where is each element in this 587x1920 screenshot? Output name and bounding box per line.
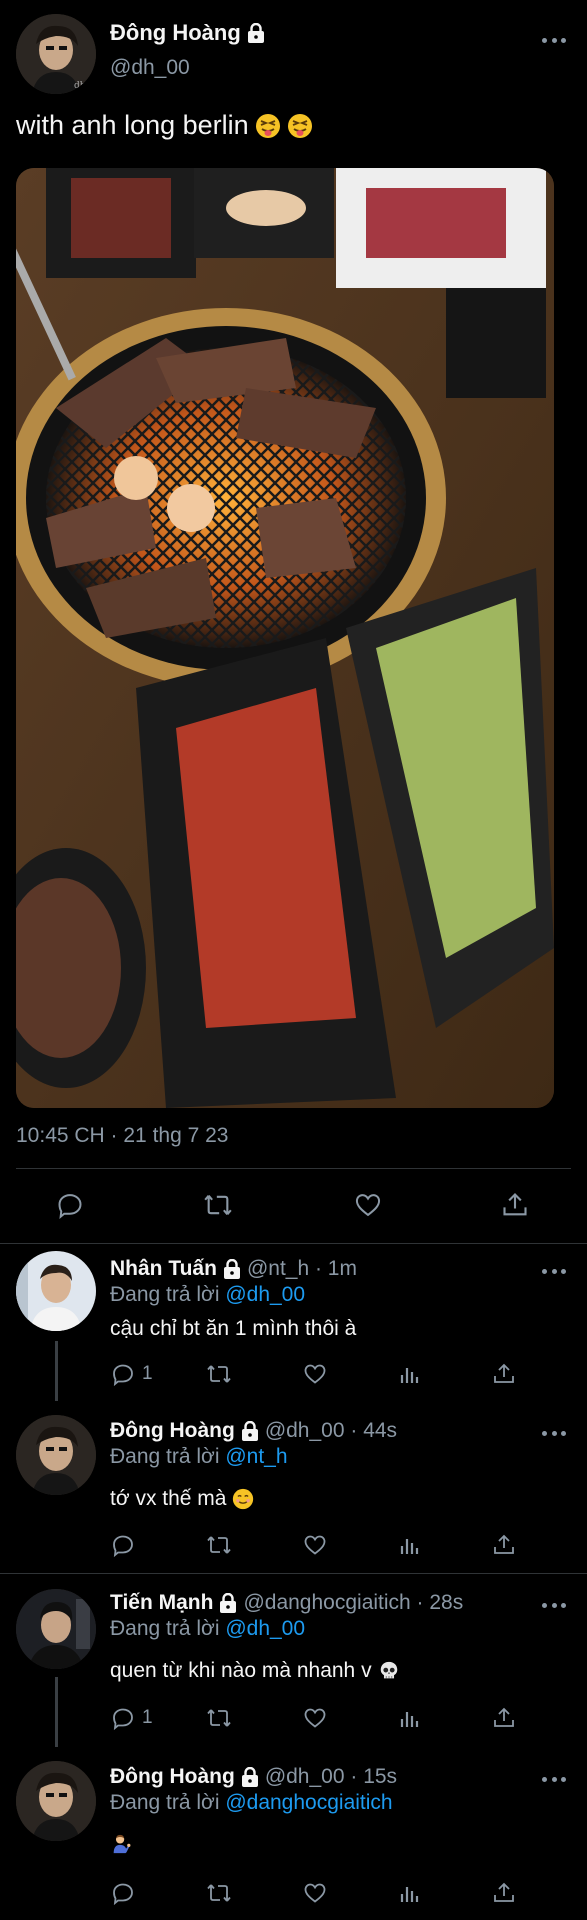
more-options-icon[interactable] xyxy=(542,1267,566,1275)
squinting-face-with-tongue-emoji xyxy=(287,113,313,139)
author-name-row: Đông Hoàng xyxy=(110,20,265,46)
reply-icon[interactable] xyxy=(110,1881,136,1905)
reply-header: Nhân Tuấn @nt_h · 1m xyxy=(110,1257,357,1281)
reply-text: tớ vx thế mà xyxy=(110,1487,254,1511)
replying-to-handle[interactable]: @dh_00 xyxy=(225,1617,305,1640)
tweet-actions-bar xyxy=(0,1175,587,1235)
tweet-timestamp[interactable]: 10:45 CH · 21 thg 7 23 xyxy=(16,1124,228,1148)
reply-count: 1 xyxy=(142,1707,153,1728)
author-name[interactable]: Đông Hoàng xyxy=(110,20,241,46)
thread-line xyxy=(55,1341,58,1401)
reply-handle-time[interactable]: @danghocgiaitich · 28s xyxy=(243,1591,463,1615)
replying-to: Đang trả lời @dh_00 xyxy=(110,1283,305,1307)
squinting-face-with-tongue-emoji xyxy=(255,113,281,139)
person-tipping-hand-emoji xyxy=(110,1833,132,1855)
retweet-icon[interactable] xyxy=(205,1362,233,1386)
author-avatar[interactable]: dh xyxy=(16,14,96,94)
like-icon[interactable] xyxy=(302,1706,328,1730)
divider xyxy=(16,1168,571,1169)
reply-author-name[interactable]: Nhân Tuấn xyxy=(110,1257,217,1281)
tweet-photo[interactable] xyxy=(16,168,554,1108)
analytics-icon[interactable] xyxy=(398,1881,422,1905)
analytics-icon[interactable] xyxy=(398,1533,422,1557)
replying-label: Đang trả lời xyxy=(110,1445,220,1468)
share-icon[interactable] xyxy=(492,1881,516,1905)
reply-icon[interactable]: 1 xyxy=(110,1362,153,1386)
reply-text xyxy=(110,1833,132,1855)
share-icon[interactable] xyxy=(492,1706,516,1730)
svg-text:dh: dh xyxy=(74,81,86,91)
smiling-face-emoji xyxy=(232,1488,254,1510)
reply-text: cậu chỉ bt ăn 1 mình thôi à xyxy=(110,1317,356,1341)
retweet-icon[interactable] xyxy=(205,1706,233,1730)
analytics-icon[interactable] xyxy=(398,1362,422,1386)
reply-header: Đông Hoàng @dh_00 · 44s xyxy=(110,1419,397,1443)
lock-icon xyxy=(247,22,265,43)
replying-to: Đang trả lời @nt_h xyxy=(110,1445,288,1469)
reply-text: quen từ khi nào mà nhanh v xyxy=(110,1659,400,1683)
reply-avatar[interactable] xyxy=(16,1589,96,1669)
replying-label: Đang trả lời xyxy=(110,1617,220,1640)
skull-emoji xyxy=(378,1660,400,1682)
replying-label: Đang trả lời xyxy=(110,1791,220,1814)
reply-handle-time[interactable]: @dh_00 · 15s xyxy=(265,1765,397,1789)
more-options-icon[interactable] xyxy=(542,1601,566,1609)
replying-to: Đang trả lời @danghocgiaitich xyxy=(110,1791,393,1815)
reply-tweet[interactable]: Đông Hoàng @dh_00 · 44s Đang trả lời @nt… xyxy=(0,1399,587,1573)
share-icon[interactable] xyxy=(492,1362,516,1386)
reply-avatar[interactable] xyxy=(16,1251,96,1331)
reply-icon[interactable] xyxy=(110,1533,136,1557)
tweet-text: with anh long berlin xyxy=(16,110,249,140)
like-icon[interactable] xyxy=(302,1362,328,1386)
analytics-icon[interactable] xyxy=(398,1706,422,1730)
reply-header: Đông Hoàng @dh_00 · 15s xyxy=(110,1765,397,1789)
reply-tweet[interactable]: Nhân Tuấn @nt_h · 1m Đang trả lời @dh_00… xyxy=(0,1243,587,1401)
reply-count: 1 xyxy=(142,1363,153,1384)
replying-to: Đang trả lời @dh_00 xyxy=(110,1617,305,1641)
lock-icon xyxy=(241,1420,259,1441)
replying-to-handle[interactable]: @nt_h xyxy=(225,1445,287,1468)
reply-author-name[interactable]: Tiến Mạnh xyxy=(110,1591,213,1615)
lock-icon xyxy=(219,1592,237,1613)
more-options-icon[interactable] xyxy=(542,1775,566,1783)
author-handle[interactable]: @dh_00 xyxy=(110,56,190,80)
share-icon[interactable] xyxy=(492,1533,516,1557)
like-icon[interactable] xyxy=(302,1881,328,1905)
reply-icon[interactable] xyxy=(55,1191,85,1219)
more-options-icon[interactable] xyxy=(542,36,566,44)
main-tweet: dh Đông Hoàng @dh_00 with anh long berli… xyxy=(0,0,587,1243)
lock-icon xyxy=(223,1258,241,1279)
reply-tweet[interactable]: Tiến Mạnh @danghocgiaitich · 28s Đang tr… xyxy=(0,1573,587,1747)
reply-text-content: quen từ khi nào mà nhanh v xyxy=(110,1659,372,1682)
like-icon[interactable] xyxy=(302,1533,328,1557)
retweet-icon[interactable] xyxy=(205,1881,233,1905)
lock-icon xyxy=(241,1766,259,1787)
reply-author-name[interactable]: Đông Hoàng xyxy=(110,1765,235,1789)
thread-line xyxy=(55,1677,58,1747)
replying-to-handle[interactable]: @dh_00 xyxy=(225,1283,305,1306)
tweet-text-row: with anh long berlin xyxy=(16,110,313,141)
reply-text-content: cậu chỉ bt ăn 1 mình thôi à xyxy=(110,1317,357,1340)
retweet-icon[interactable] xyxy=(202,1191,234,1219)
reply-avatar[interactable] xyxy=(16,1415,96,1495)
more-options-icon[interactable] xyxy=(542,1429,566,1437)
reply-icon[interactable]: 1 xyxy=(110,1706,153,1730)
reply-header: Tiến Mạnh @danghocgiaitich · 28s xyxy=(110,1591,463,1615)
share-icon[interactable] xyxy=(501,1191,529,1219)
reply-tweet[interactable]: Đông Hoàng @dh_00 · 15s Đang trả lời @da… xyxy=(0,1745,587,1920)
replying-to-handle[interactable]: @danghocgiaitich xyxy=(225,1791,392,1814)
retweet-icon[interactable] xyxy=(205,1533,233,1557)
reply-text-content: tớ vx thế mà xyxy=(110,1487,227,1510)
like-icon[interactable] xyxy=(353,1191,383,1219)
reply-author-name[interactable]: Đông Hoàng xyxy=(110,1419,235,1443)
reply-handle-time[interactable]: @nt_h · 1m xyxy=(247,1257,357,1281)
replying-label: Đang trả lời xyxy=(110,1283,220,1306)
reply-handle-time[interactable]: @dh_00 · 44s xyxy=(265,1419,397,1443)
reply-avatar[interactable] xyxy=(16,1761,96,1841)
